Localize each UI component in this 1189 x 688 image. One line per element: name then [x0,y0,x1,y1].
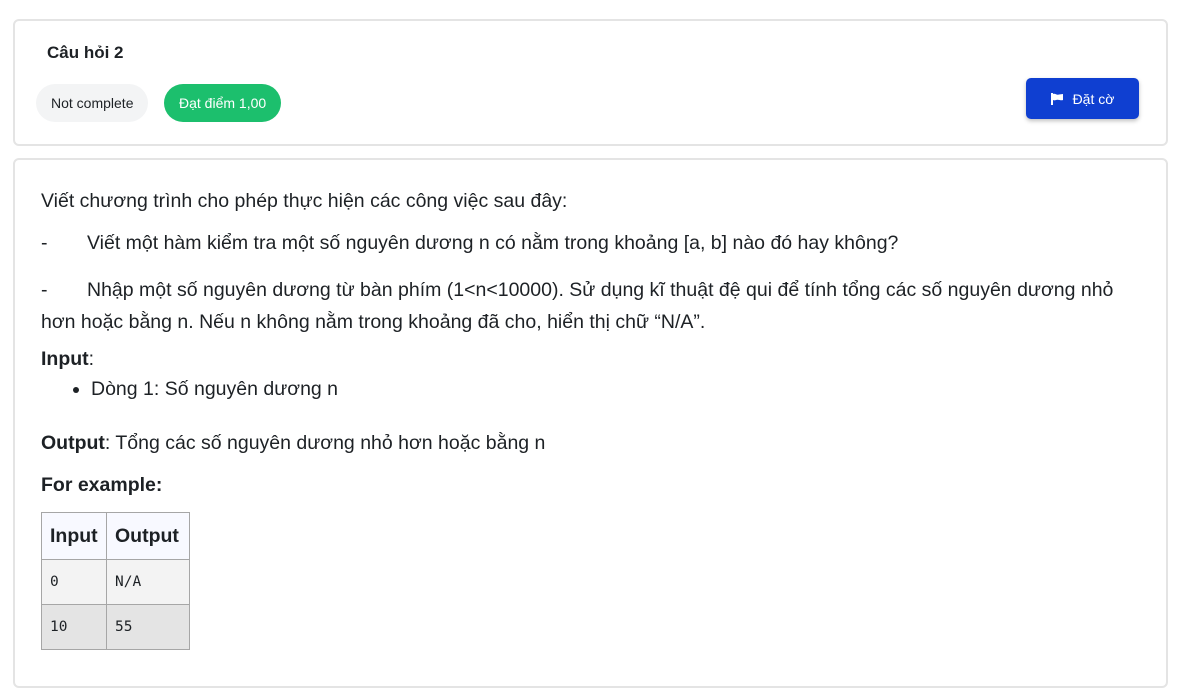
list-item: Dòng 1: Số nguyên dương n [91,378,338,401]
task-text: Viết một hàm kiểm tra một số nguyên dươn… [87,232,899,254]
task-bullet: - [41,279,48,301]
table-header-output: Output [106,512,190,560]
table-cell-output: N/A [106,559,190,605]
flag-button-label: Đặt cờ [1072,90,1115,107]
table-row: 0 N/A [41,559,190,605]
example-table: Input Output 0 N/A 10 55 [41,512,190,650]
input-section-heading: Input: [41,348,94,371]
output-text: : Tổng các số nguyên dương nhỏ hơn hoặc … [104,432,546,454]
task-item: - Nhập một số nguyên dương từ bàn phím (1… [41,274,1151,338]
status-badge: Not complete [36,84,149,122]
table-header-row: Input Output [41,512,190,560]
flag-icon [1050,92,1063,105]
task-bullet: - [41,232,48,254]
flag-question-button[interactable]: Đặt cờ [1026,78,1139,119]
table-cell-input: 0 [41,559,107,605]
table-row: 10 55 [41,604,190,650]
task-text: Nhập một số nguyên dương từ bàn phím (1<… [41,279,1114,333]
table-header-input: Input [41,512,107,560]
task-item: - Viết một hàm kiểm tra một số nguyên dươ… [41,232,898,255]
example-heading: For example: [41,474,163,496]
output-section: Output: Tổng các số nguyên dương nhỏ hơn… [41,432,545,455]
input-heading: Input [41,348,89,370]
output-heading: Output [41,432,105,454]
question-content-card: Viết chương trình cho phép thực hiện các… [13,158,1168,688]
question-intro: Viết chương trình cho phép thực hiện các… [41,190,568,212]
grade-badge: Đạt điểm 1,00 [164,84,282,122]
question-title: Câu hỏi 2 [47,43,124,62]
question-info-card: Câu hỏi 2 Not complete Đạt điểm 1,00 Đặt… [13,19,1168,146]
input-heading-colon: : [88,348,95,370]
table-cell-output: 55 [106,604,190,650]
table-cell-input: 10 [41,604,107,650]
input-list: Dòng 1: Số nguyên dương n [41,378,338,401]
